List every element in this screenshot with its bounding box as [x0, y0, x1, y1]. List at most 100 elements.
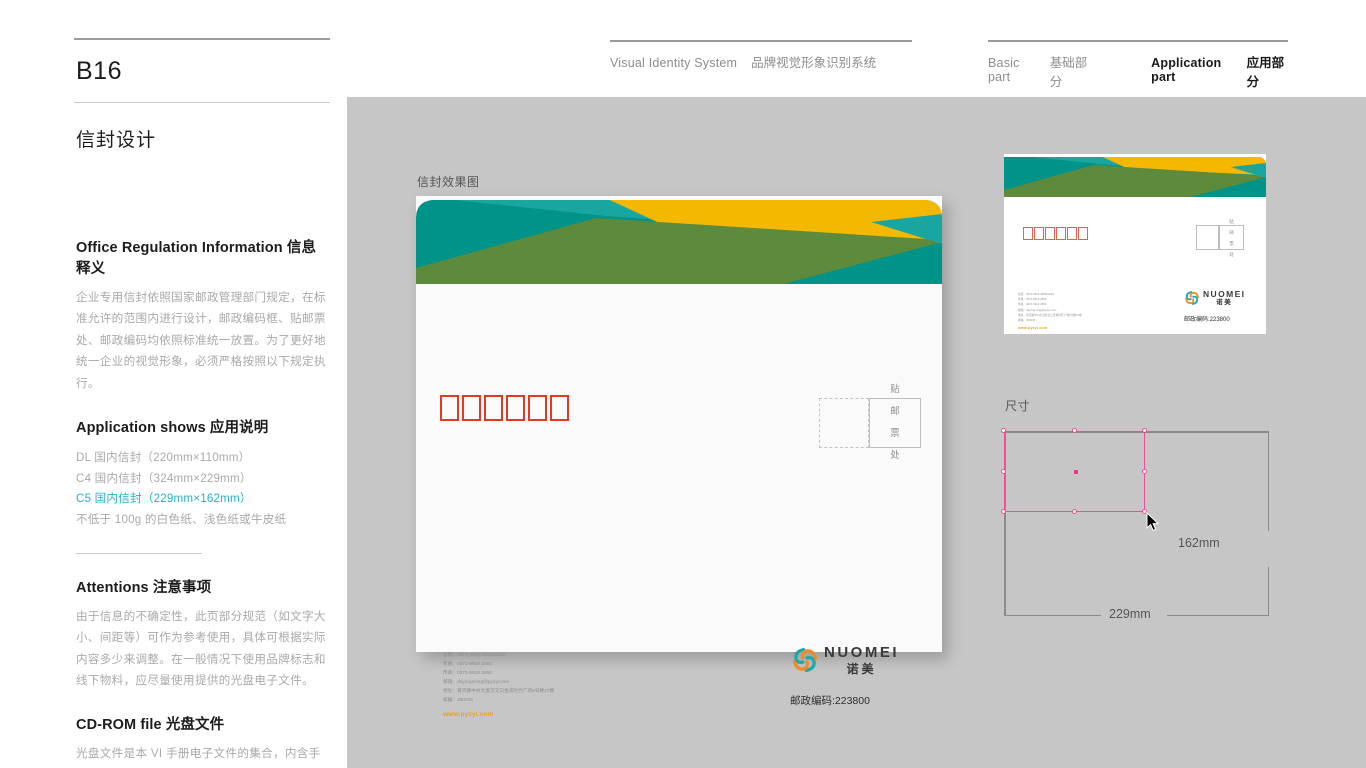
- dim-guide-right-bottom: [1267, 567, 1269, 616]
- section-application-shows: Application shows 应用说明 DL 国内信封（220mm×110…: [74, 416, 330, 554]
- nav-basic-part-cn[interactable]: 基础部分: [1050, 52, 1091, 90]
- stamp-char: 票: [890, 428, 900, 439]
- envelope-flap-artwork: [416, 196, 942, 284]
- postal-code-box[interactable]: [440, 395, 459, 421]
- brand-name-cn: 诺美: [1216, 298, 1233, 306]
- spec-list: DL 国内信封（220mm×110mm） C4 国内信封（324mm×229mm…: [76, 448, 330, 531]
- anchor-top-left[interactable]: [1001, 428, 1006, 433]
- vector-postal-code-boxes[interactable]: [1023, 227, 1088, 240]
- section-heading: Office Regulation Information 信息释义: [76, 236, 330, 278]
- dim-guide-right-top: [1267, 431, 1269, 531]
- brand-logo: NUOMEI 诺美: [791, 645, 899, 675]
- nav-application-part-en[interactable]: Application part: [1151, 56, 1232, 84]
- address-line: 专线：0371-6910 2060: [443, 660, 492, 666]
- postal-code-box[interactable]: [484, 395, 503, 421]
- stamp-char: 邮: [890, 406, 900, 417]
- sidebar: B16 信封设计 Office Regulation Information 信…: [74, 38, 330, 768]
- label-envelope-mockup: 信封效果图: [417, 175, 480, 189]
- envelope-mockup[interactable]: 贴 邮 票 处 总机：0371-6919 1800/11/22 专线：0371-…: [416, 196, 942, 718]
- section-heading-en: Attentions: [76, 579, 149, 596]
- stamp-placement-box: 贴 邮 票 处: [869, 384, 921, 461]
- stamp-placement-box: 贴 邮 票 处: [1219, 219, 1244, 257]
- zipcode-text: 邮政编码:223800: [790, 695, 870, 707]
- dimension-height-label: 162mm: [1178, 536, 1220, 550]
- address-line: 总机：0371-6919 1800/11/22: [443, 652, 505, 657]
- postal-code-box[interactable]: [506, 395, 525, 421]
- header-visual-identity: Visual Identity System 品牌视觉形象识别系统: [610, 40, 912, 71]
- section-heading-cn: 应用说明: [205, 420, 269, 437]
- spec-item: C4 国内信封（324mm×229mm）: [76, 471, 252, 485]
- address-line: 邮编：450045: [1018, 318, 1036, 322]
- address-block: 总机：0371-6919 1800/11/22 专线：0371-6910 206…: [443, 651, 554, 718]
- stamp-char: 邮: [1229, 229, 1234, 235]
- section-office-regulation: Office Regulation Information 信息释义 企业专用信…: [74, 236, 330, 394]
- vector-brand-logo: NUOMEI 诺美: [1184, 290, 1245, 306]
- website-url[interactable]: www.pyzyi.com: [443, 711, 554, 718]
- brand-name-cn: 诺美: [846, 662, 877, 676]
- dimension-width-label: 229mm: [1109, 607, 1151, 621]
- postal-code-box[interactable]: [462, 395, 481, 421]
- postal-code-box[interactable]: [1045, 227, 1055, 240]
- postal-code-box[interactable]: [1078, 227, 1088, 240]
- preview-canvas: 信封效果图 矢量提取稿 尺寸: [347, 97, 1366, 768]
- address-line: 地址：黄河路中州大道交叉口金成时代广场9号楼27楼: [443, 687, 555, 693]
- section-cdrom-file: CD-ROM file 光盘文件 光盘文件是本 VI 手册电子文件的集合，内含手…: [74, 713, 330, 768]
- label-size: 尺寸: [1005, 399, 1031, 413]
- spec-item-selected: C5 国内信封（229mm×162mm）: [76, 492, 252, 506]
- spec-item: 不低于 100g 的白色纸、浅色纸或牛皮纸: [76, 513, 287, 527]
- dim-guide-bottom-left: [1004, 614, 1101, 616]
- address-line: 邮编：450045: [443, 696, 474, 702]
- anchor-bottom-left[interactable]: [1001, 509, 1006, 514]
- section-divider: [76, 552, 202, 554]
- section-heading-en: CD-ROM file: [76, 717, 162, 734]
- envelope-vector-artwork[interactable]: 贴 邮 票 处 总机：0371-6919 1800/11/22 专线：0371-…: [1004, 154, 1266, 334]
- section-heading: Application shows 应用说明: [76, 416, 330, 437]
- postal-code-box[interactable]: [1034, 227, 1044, 240]
- address-line: 传真：0371-6919 1860: [443, 669, 492, 675]
- postal-code-boxes[interactable]: [440, 395, 569, 421]
- postal-code-box[interactable]: [528, 395, 547, 421]
- vector-address-block: 总机：0371-6919 1800/11/22 专线：0371-6910 206…: [1018, 292, 1082, 330]
- vector-flap-artwork: [1004, 154, 1266, 197]
- stamp-char: 贴: [890, 384, 900, 395]
- page-code: B16: [76, 57, 122, 85]
- anchor-middle-right[interactable]: [1142, 469, 1147, 474]
- flap-svg: [416, 200, 942, 284]
- stamp-char: 处: [1229, 251, 1234, 257]
- header-vis-cn: 品牌视觉形象识别系统: [751, 56, 877, 70]
- spec-item: DL 国内信封（220mm×110mm）: [76, 451, 251, 465]
- anchor-middle-left[interactable]: [1001, 469, 1006, 474]
- address-line: 邮箱：dayongming@pyzyi.com: [443, 678, 510, 684]
- section-heading-en: Application shows: [76, 420, 206, 437]
- stamp-char: 处: [890, 450, 900, 461]
- zipcode-text: 邮政编码:223800: [1184, 317, 1230, 323]
- nav-application-part-cn[interactable]: 应用部分: [1247, 52, 1288, 90]
- vi-manual-page: Visual Identity System 品牌视觉形象识别系统 Basic …: [0, 0, 1366, 768]
- website-url[interactable]: www.pyzyi.com: [1018, 326, 1082, 330]
- dimension-diagram: 162mm 229mm: [1001, 419, 1269, 621]
- stamp-dashed-box: [1196, 225, 1219, 250]
- postal-code-box[interactable]: [1056, 227, 1066, 240]
- header-part-nav: Basic part 基础部分 Application part 应用部分: [988, 40, 1288, 90]
- vector-stamp-area[interactable]: 贴 邮 票 处: [1196, 219, 1244, 257]
- nuomei-mark-icon: [1185, 291, 1199, 305]
- section-attentions: Attentions 注意事项 由于信息的不确定性，此页部分规范（如文字大小、间…: [74, 576, 330, 692]
- nav-basic-part-en[interactable]: Basic part: [988, 56, 1036, 84]
- postal-code-box[interactable]: [550, 395, 569, 421]
- anchor-top-center[interactable]: [1072, 428, 1077, 433]
- section-heading: Attentions 注意事项: [76, 576, 330, 597]
- vector-flap-svg: [1004, 157, 1266, 197]
- postal-code-box[interactable]: [1023, 227, 1033, 240]
- stamp-char: 票: [1229, 240, 1234, 246]
- stamp-char: 贴: [1229, 218, 1234, 224]
- section-heading-cn: 注意事项: [148, 579, 212, 596]
- header-vis-en: Visual Identity System: [610, 56, 738, 70]
- dim-guide-bottom-right: [1167, 614, 1269, 616]
- postal-code-box[interactable]: [1067, 227, 1077, 240]
- anchor-top-right[interactable]: [1142, 428, 1147, 433]
- center-point-marker: [1074, 470, 1078, 474]
- page-title: 信封设计: [76, 130, 157, 151]
- stamp-area[interactable]: 贴 邮 票 处: [819, 384, 921, 461]
- anchor-bottom-center[interactable]: [1072, 509, 1077, 514]
- section-heading-cn: 光盘文件: [161, 717, 225, 734]
